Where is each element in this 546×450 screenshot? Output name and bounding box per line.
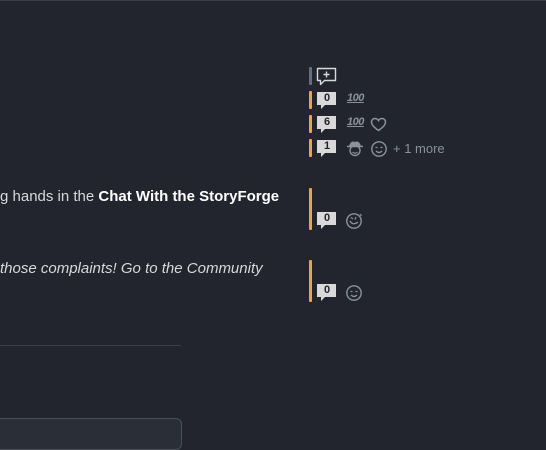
comment-count-badge[interactable]: 1 <box>316 139 338 157</box>
section-divider <box>0 345 181 346</box>
heart-icon <box>370 117 387 132</box>
smiling-face-icon <box>371 141 387 157</box>
comment-count-badge[interactable]: 0 <box>316 211 338 229</box>
comment-count-badge[interactable]: 0 <box>316 283 338 301</box>
thread-rail <box>309 188 312 230</box>
thread-rail <box>309 115 312 133</box>
message-text: g hands in the Chat With the StoryForge <box>0 188 279 205</box>
smiling-face-icon <box>346 285 362 301</box>
cowboy-face-icon <box>347 141 363 157</box>
reaction-smiling-face[interactable] <box>370 140 388 158</box>
thread-rail <box>309 260 312 302</box>
rolling-laughing-face-icon <box>346 213 362 229</box>
more-reactions-link[interactable]: + 1 more <box>393 141 445 156</box>
comment-count: 6 <box>323 115 331 128</box>
thread-rail <box>309 139 312 157</box>
reaction-hundred-points[interactable]: 100 <box>347 92 364 104</box>
comment-count-badge[interactable]: 0 <box>316 91 338 109</box>
thread-rail <box>309 91 312 109</box>
comment-count: 0 <box>323 283 331 296</box>
thread-rail-add <box>309 67 312 85</box>
comment-count: 0 <box>323 211 331 224</box>
add-comment-icon <box>316 67 337 86</box>
comment-count: 0 <box>323 91 331 104</box>
comment-count: 1 <box>323 139 331 152</box>
message-text: those complaints! Go to the Community <box>0 260 263 277</box>
channel-link[interactable]: Chat With the StoryForge <box>98 188 279 205</box>
comment-input-box[interactable] <box>0 418 182 450</box>
reaction-smiling-face[interactable] <box>345 284 363 302</box>
comment-count-badge[interactable]: 6 <box>316 115 338 133</box>
message-text-italic: those complaints! Go to the Community <box>0 260 263 277</box>
add-comment-button[interactable] <box>316 67 338 87</box>
reaction-heart[interactable] <box>370 116 387 133</box>
message-text-plain: g hands in the <box>0 188 99 205</box>
top-border <box>0 0 546 1</box>
reaction-rolling-laughing-face[interactable] <box>345 212 363 230</box>
reaction-cowboy-face[interactable] <box>346 139 364 157</box>
reaction-hundred-points[interactable]: 100 <box>347 116 364 128</box>
